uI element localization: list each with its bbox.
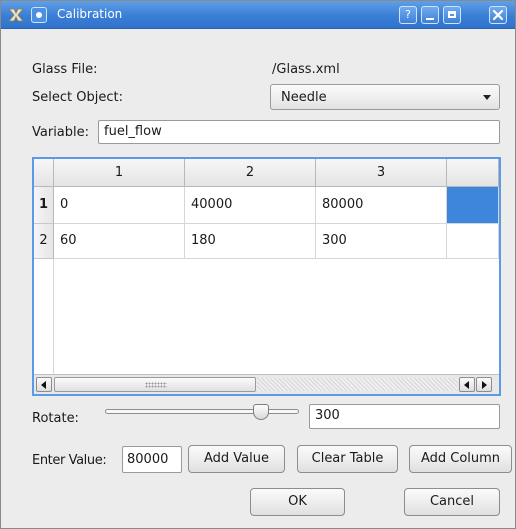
variable-label: Variable:	[32, 125, 90, 140]
table-cell[interactable]: 180	[185, 224, 316, 259]
calibration-dialog: Calibration ? Glass File: /Glass.xml Sel…	[0, 0, 516, 529]
column-header[interactable]: 3	[316, 159, 447, 187]
rotate-label: Rotate:	[32, 411, 79, 426]
enter-value-input[interactable]: 80000	[122, 446, 182, 473]
select-object-value: Needle	[281, 90, 327, 105]
select-object-combo[interactable]: Needle	[270, 84, 500, 110]
window-menu-icon[interactable]	[31, 7, 47, 23]
close-icon	[492, 9, 504, 21]
maximize-button[interactable]	[443, 6, 461, 24]
row-header[interactable]: 1	[34, 187, 54, 224]
window-title: Calibration	[57, 7, 123, 21]
add-column-button[interactable]: Add Column	[409, 445, 512, 473]
arrow-right-icon	[482, 381, 487, 389]
selected-table-cell[interactable]	[447, 187, 499, 224]
table-cell[interactable]: 60	[54, 224, 185, 259]
glass-file-label: Glass File:	[32, 62, 98, 77]
glass-file-value: /Glass.xml	[272, 62, 340, 77]
scroll-right-button[interactable]	[476, 377, 492, 392]
enter-value-label: Enter Value:	[32, 453, 107, 468]
variable-input[interactable]: fuel_flow	[98, 120, 500, 144]
scrollbar-track[interactable]	[257, 378, 457, 391]
table-cell[interactable]: 0	[54, 187, 185, 224]
add-value-button[interactable]: Add Value	[188, 445, 285, 473]
column-header[interactable]: 2	[185, 159, 316, 187]
title-bar[interactable]: Calibration ?	[1, 1, 515, 29]
select-object-label: Select Object:	[32, 90, 123, 105]
table-cell[interactable]: 300	[316, 224, 447, 259]
table-cell[interactable]: 80000	[316, 187, 447, 224]
scroll-left-button-2[interactable]	[459, 377, 475, 392]
table-corner[interactable]	[34, 159, 54, 187]
calibration-table[interactable]: 1 2 3 1 0 40000 80000 2 60 180 300	[32, 157, 501, 396]
rotate-slider-handle[interactable]	[253, 404, 269, 420]
arrow-left-icon	[41, 381, 46, 389]
rotate-slider-groove[interactable]	[105, 409, 299, 414]
table-cell[interactable]	[447, 224, 499, 259]
chevron-down-icon	[483, 95, 491, 100]
table-cell[interactable]: 40000	[185, 187, 316, 224]
grip-icon	[145, 382, 167, 388]
cancel-button[interactable]: Cancel	[404, 488, 500, 516]
column-header[interactable]: 1	[54, 159, 185, 187]
minimize-button[interactable]	[421, 6, 439, 24]
ok-button[interactable]: OK	[250, 488, 345, 516]
column-header-empty[interactable]	[447, 159, 499, 187]
rotate-value-input[interactable]: 300	[309, 404, 500, 429]
app-logo-icon	[8, 8, 24, 22]
close-button[interactable]	[489, 6, 507, 24]
row-header[interactable]: 2	[34, 224, 54, 259]
horizontal-scrollbar[interactable]	[34, 374, 499, 394]
scroll-left-button[interactable]	[36, 377, 52, 392]
row-header-gutter	[34, 259, 54, 374]
help-button[interactable]: ?	[399, 6, 417, 24]
arrow-left-icon	[464, 381, 469, 389]
scrollbar-thumb[interactable]	[54, 377, 256, 392]
clear-table-button[interactable]: Clear Table	[297, 445, 398, 473]
